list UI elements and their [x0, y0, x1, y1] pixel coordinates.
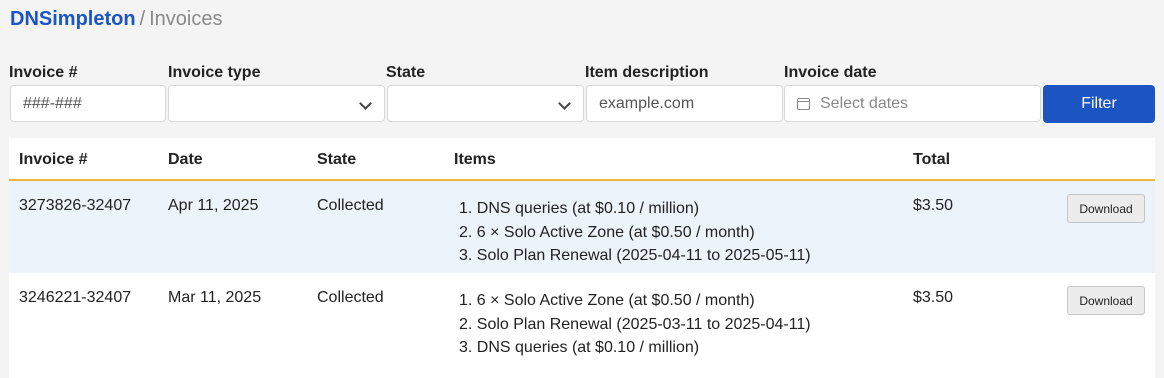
invoice-number-input[interactable]	[23, 94, 153, 113]
calendar-icon	[797, 97, 810, 110]
invoice-number-cell: 3246221-32407	[19, 289, 132, 306]
table-row: 3246221-32407 Mar 11, 2025 Collected 1. …	[9, 273, 1155, 365]
list-item: 2. 6 × Solo Active Zone (at $0.50 / mont…	[459, 223, 755, 241]
invoice-date-picker[interactable]	[784, 85, 1041, 122]
invoice-date-label: Invoice date	[784, 64, 877, 81]
download-button[interactable]: Download	[1067, 194, 1145, 223]
invoices-table: Invoice # Date State Items Total 3273826…	[9, 138, 1155, 378]
items-list: 1. DNS queries (at $0.10 / million) 2. 6…	[459, 197, 811, 268]
chevron-down-icon	[558, 97, 571, 110]
filter-button[interactable]: Filter	[1043, 85, 1155, 123]
state-cell: Collected	[317, 289, 384, 306]
date-cell: Mar 11, 2025	[168, 289, 262, 306]
list-item: 1. 6 × Solo Active Zone (at $0.50 / mont…	[459, 292, 755, 309]
list-item: 3. DNS queries (at $0.10 / million)	[459, 339, 700, 356]
table-row: 3273826-32407 Apr 11, 2025 Collected 1. …	[9, 181, 1155, 273]
invoice-type-label: Invoice type	[168, 64, 261, 81]
page-title: Invoices	[149, 8, 223, 30]
chevron-down-icon	[359, 97, 372, 110]
invoice-number-field[interactable]	[10, 85, 166, 122]
state-label: State	[386, 64, 426, 81]
state-select[interactable]	[387, 85, 584, 122]
date-cell: Apr 11, 2025	[168, 197, 259, 214]
brand-link[interactable]: DNSimpleton	[10, 8, 136, 30]
items-list: 1. 6 × Solo Active Zone (at $0.50 / mont…	[459, 289, 811, 360]
invoice-number-cell: 3273826-32407	[19, 197, 132, 214]
list-item: 1. DNS queries (at $0.10 / million)	[459, 200, 700, 217]
breadcrumb: DNSimpleton / Invoices	[10, 7, 223, 31]
item-description-input[interactable]	[599, 94, 770, 113]
download-button[interactable]: Download	[1067, 286, 1145, 315]
breadcrumb-separator: /	[139, 8, 146, 30]
invoice-number-label: Invoice #	[9, 64, 78, 81]
item-description-field[interactable]	[586, 85, 783, 122]
total-cell: $3.50	[913, 289, 954, 306]
list-item: 3. Solo Plan Renewal (2025-04-11 to 2025…	[459, 247, 811, 264]
table-header: Invoice # Date State Items Total	[9, 138, 1155, 181]
invoice-date-input[interactable]	[820, 94, 1028, 113]
column-header-state: State	[317, 151, 357, 168]
state-cell: Collected	[317, 197, 384, 214]
invoice-type-select[interactable]	[168, 85, 385, 122]
column-header-date: Date	[168, 151, 203, 168]
filter-bar: Invoice # Invoice type State Item descri…	[0, 62, 1164, 124]
column-header-items: Items	[454, 151, 496, 168]
column-header-invoice: Invoice #	[19, 151, 88, 168]
column-header-total: Total	[913, 151, 951, 168]
list-item: 2. Solo Plan Renewal (2025-03-11 to 2025…	[459, 315, 811, 333]
total-cell: $3.50	[913, 197, 954, 214]
item-description-label: Item description	[585, 64, 709, 81]
